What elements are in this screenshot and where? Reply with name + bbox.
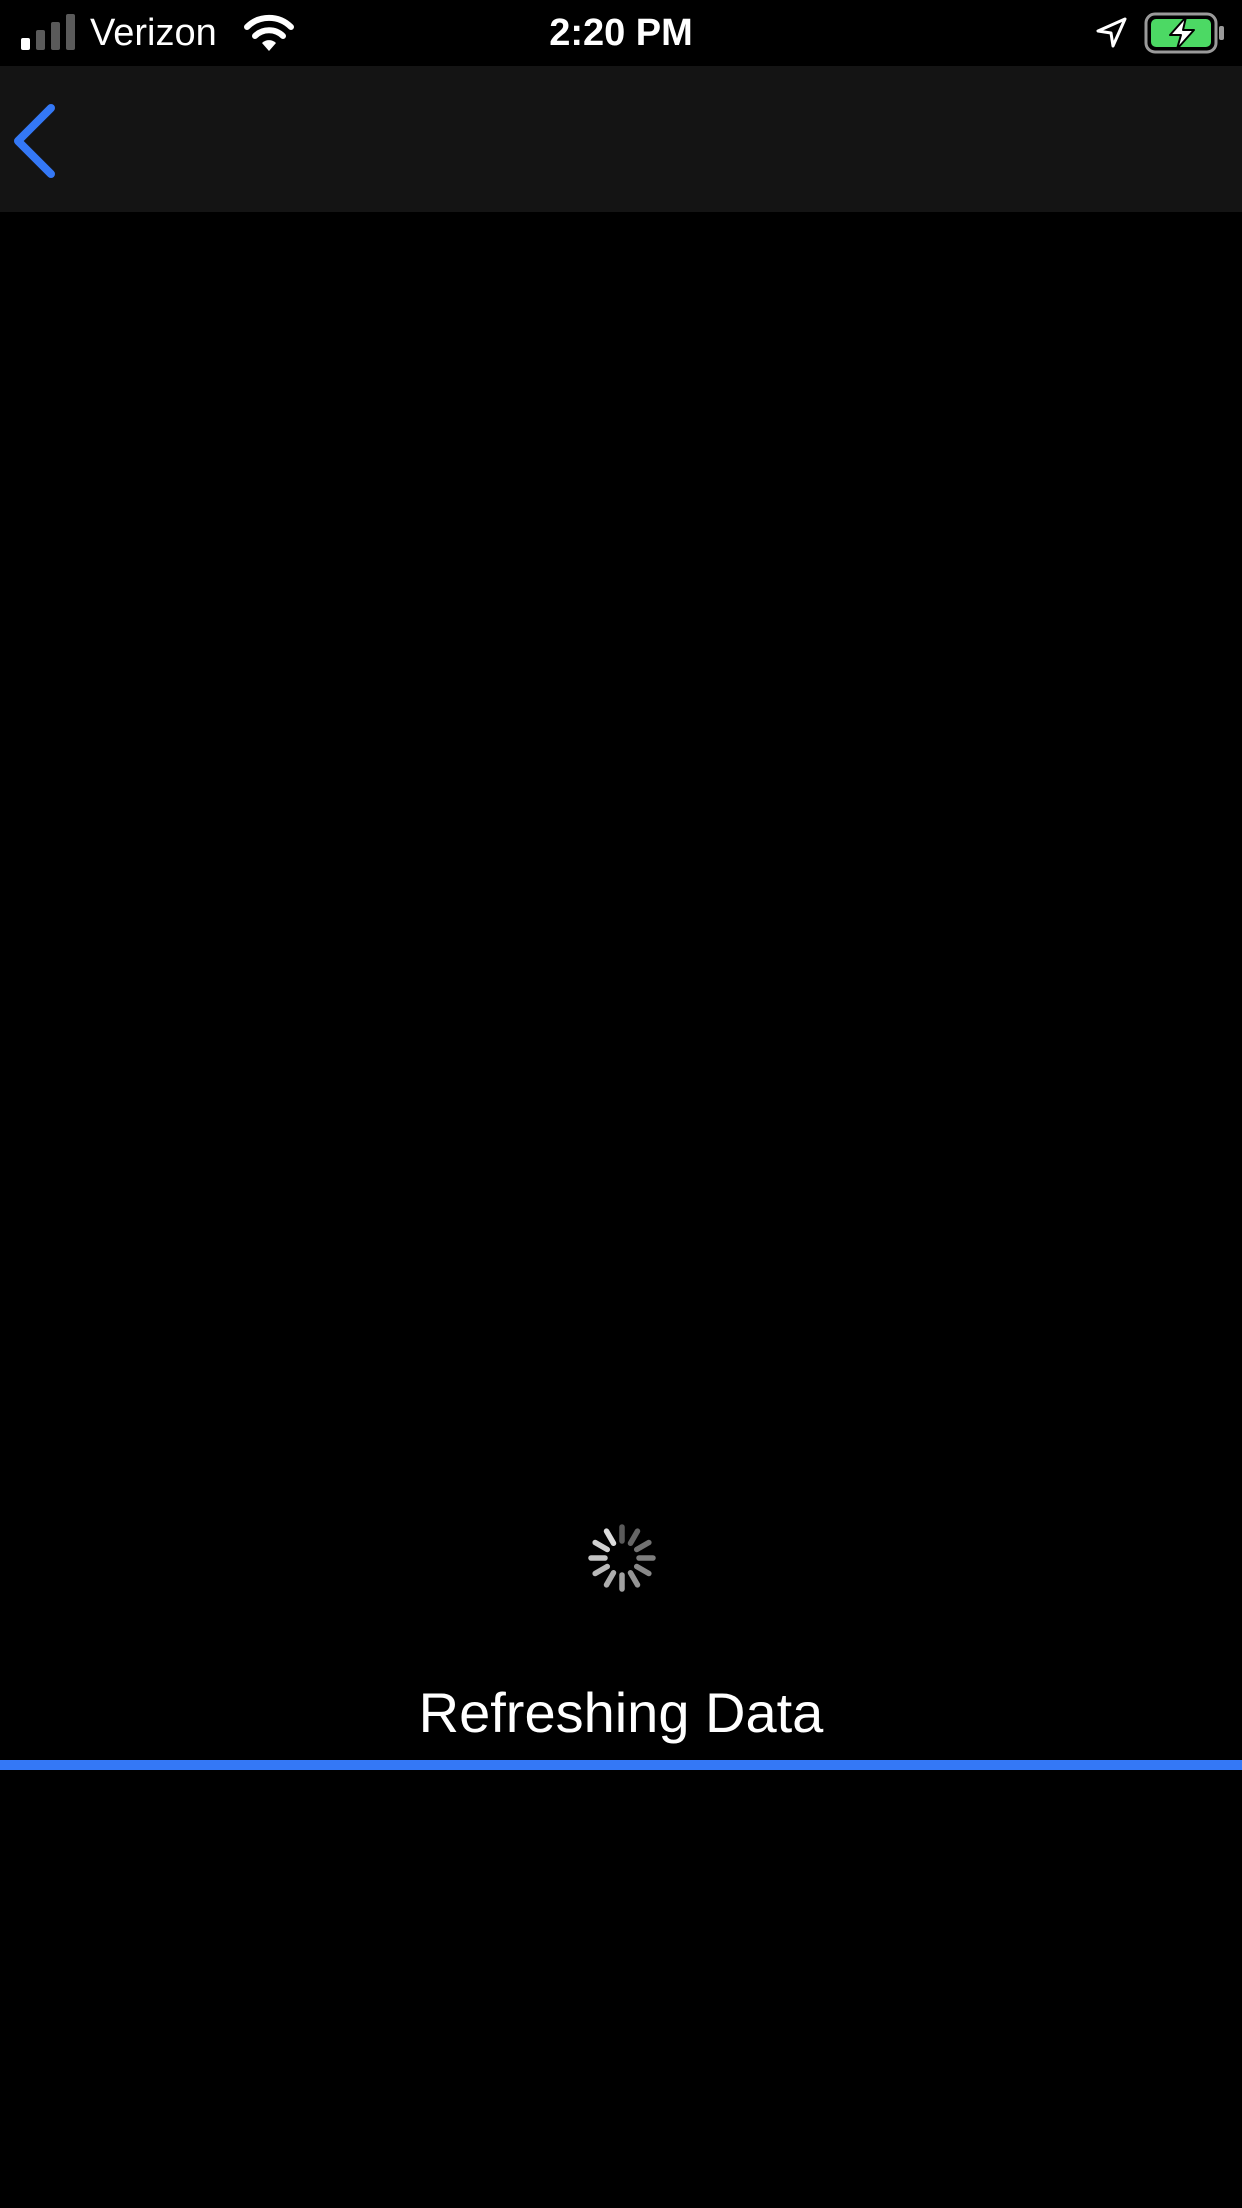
spinner-spoke xyxy=(633,1563,652,1577)
progress-bar-fill xyxy=(0,1760,1242,1770)
chevron-left-icon xyxy=(14,104,55,178)
location-arrow-icon xyxy=(1096,17,1127,48)
spinner-spoke xyxy=(633,1539,652,1553)
spinner-spoke xyxy=(603,1569,617,1588)
back-button[interactable] xyxy=(6,96,66,186)
progress-bar xyxy=(0,1760,1242,1770)
wifi-icon xyxy=(244,14,294,51)
battery-charging-icon xyxy=(1144,12,1224,54)
loading-label: Refreshing Data xyxy=(418,1681,824,1744)
spinner-spoke xyxy=(592,1539,611,1553)
status-bar: Verizon 2:20 PM xyxy=(0,0,1242,66)
spinner-spoke xyxy=(627,1528,641,1547)
navigation-bar xyxy=(0,66,1242,212)
spinner-spoke xyxy=(627,1569,641,1588)
spinner-spoke xyxy=(592,1563,611,1577)
spinner-spoke xyxy=(603,1528,617,1547)
signal-icon xyxy=(21,14,75,50)
activity-spinner-icon xyxy=(588,1524,656,1592)
carrier-name: Verizon xyxy=(90,12,217,54)
